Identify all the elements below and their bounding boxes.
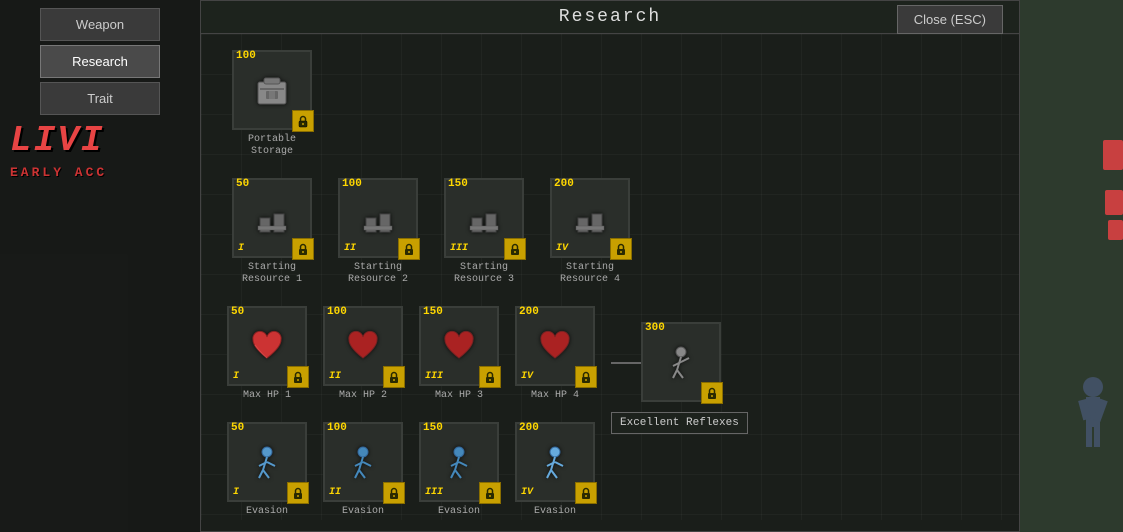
item-card-ev4[interactable]: 200 IV	[515, 422, 595, 502]
world-detail-1	[1103, 140, 1123, 170]
item-card-hp3[interactable]: 150 III	[419, 306, 499, 386]
left-nav-panel: Weapon Research Trait LIVI EARLY ACC	[0, 0, 200, 532]
research-title: Research	[559, 7, 661, 27]
item-label-portable-storage: Portable Storage	[227, 134, 317, 158]
resources-4-icon	[565, 193, 615, 243]
world-detail-2	[1105, 190, 1123, 215]
item-starting-resource-4[interactable]: 200 IV	[545, 178, 635, 286]
item-card-reflexes[interactable]: 300	[641, 322, 721, 402]
item-label-sr2: Starting Resource 2	[333, 262, 423, 286]
trait-nav-button[interactable]: Trait	[40, 82, 160, 115]
evasion-2-icon	[338, 437, 388, 487]
item-card-sr1[interactable]: 50 I	[232, 178, 312, 258]
item-label-hp4: Max HP 4	[531, 390, 579, 402]
item-starting-resource-3[interactable]: 150 III	[439, 178, 529, 286]
item-label-ev4: Evasion	[534, 506, 576, 518]
item-cost-portable-storage: 100	[236, 50, 256, 62]
lock-icon-ev3	[479, 482, 501, 504]
item-max-hp-2[interactable]: 100 II Max HP 2	[323, 306, 403, 402]
lock-icon-ev2	[383, 482, 405, 504]
close-button[interactable]: Close (ESC)	[897, 5, 1003, 34]
item-excellent-reflexes[interactable]: 300	[641, 322, 721, 402]
research-panel: Research Close (ESC) 100	[200, 0, 1020, 532]
item-card-ev2[interactable]: 100 II	[323, 422, 403, 502]
item-max-hp-3[interactable]: 150 III Max HP 3	[419, 306, 499, 402]
connector-hp4-reflexes	[611, 362, 641, 364]
item-evasion-4[interactable]: 200 IV	[515, 422, 595, 518]
maxhp-4-icon	[530, 321, 580, 371]
lock-icon-reflexes	[701, 382, 723, 404]
lock-icon-sr3	[504, 238, 526, 260]
item-label-hp2: Max HP 2	[339, 390, 387, 402]
item-label-ev1: Evasion	[246, 506, 288, 518]
research-content[interactable]: 100	[201, 34, 1019, 520]
weapon-nav-button[interactable]: Weapon	[40, 8, 160, 41]
portable-storage-row: 100	[217, 50, 1003, 158]
starting-resources-row: 50 I	[217, 178, 1003, 286]
item-card-sr3[interactable]: 150 III	[444, 178, 524, 258]
lock-icon-ev4	[575, 482, 597, 504]
item-label-sr3: Starting Resource 3	[439, 262, 529, 286]
evasion-4-icon	[530, 437, 580, 487]
lock-icon-hp2	[383, 366, 405, 388]
resources-3-icon	[459, 193, 509, 243]
lock-icon-hp1	[287, 366, 309, 388]
world-detail-3	[1108, 220, 1123, 240]
resources-2-icon	[353, 193, 403, 243]
item-label-hp1: Max HP 1	[243, 390, 291, 402]
item-label-ev2: Evasion	[342, 506, 384, 518]
excellent-reflexes-tooltip: Excellent Reflexes	[611, 412, 748, 434]
item-portable-storage[interactable]: 100	[227, 50, 317, 158]
item-evasion-1[interactable]: 50 I	[227, 422, 307, 518]
item-max-hp-1[interactable]: 50 I	[227, 306, 307, 402]
item-card-hp4[interactable]: 200 IV	[515, 306, 595, 386]
maxhp-1-icon	[242, 321, 292, 371]
research-header: Research Close (ESC)	[201, 1, 1019, 34]
lock-icon-portable-storage	[292, 110, 314, 132]
item-label-sr1: Starting Resource 1	[227, 262, 317, 286]
maxhp-2-icon	[338, 321, 388, 371]
evasion-row: 50 I	[217, 422, 1003, 518]
max-hp-row: 50 I	[217, 306, 1003, 402]
lock-icon-hp4	[575, 366, 597, 388]
item-evasion-3[interactable]: 150 III	[419, 422, 499, 518]
item-max-hp-4[interactable]: 200 IV Max HP 4	[515, 306, 595, 402]
zombie-silhouette	[1058, 372, 1118, 452]
item-card-hp1[interactable]: 50 I	[227, 306, 307, 386]
item-card-ev3[interactable]: 150 III	[419, 422, 499, 502]
game-title: LIVI	[0, 120, 200, 161]
item-label-ev3: Evasion	[438, 506, 480, 518]
lock-icon-sr1	[292, 238, 314, 260]
lock-icon-sr4	[610, 238, 632, 260]
item-label-sr4: Starting Resource 4	[545, 262, 635, 286]
item-starting-resource-1[interactable]: 50 I	[227, 178, 317, 286]
research-nav-button[interactable]: Research	[40, 45, 160, 78]
excellent-reflexes-group: 300	[641, 322, 721, 402]
item-card-hp2[interactable]: 100 II	[323, 306, 403, 386]
item-card-sr2[interactable]: 100 II	[338, 178, 418, 258]
game-title-area: LIVI EARLY ACC	[0, 120, 200, 184]
lock-icon-hp3	[479, 366, 501, 388]
right-world-panel	[1018, 0, 1123, 532]
evasion-3-icon	[434, 437, 484, 487]
item-card-sr4[interactable]: 200 IV	[550, 178, 630, 258]
evasion-1-icon	[242, 437, 292, 487]
reflexes-icon	[656, 337, 706, 387]
item-label-hp3: Max HP 3	[435, 390, 483, 402]
item-card-portable-storage[interactable]: 100	[232, 50, 312, 130]
resources-1-icon	[247, 193, 297, 243]
lock-icon-sr2	[398, 238, 420, 260]
game-subtitle: EARLY ACC	[0, 161, 200, 184]
lock-icon-ev1	[287, 482, 309, 504]
item-card-ev1[interactable]: 50 I	[227, 422, 307, 502]
item-starting-resource-2[interactable]: 100 II	[333, 178, 423, 286]
maxhp-3-icon	[434, 321, 484, 371]
storage-icon	[247, 65, 297, 115]
item-evasion-2[interactable]: 100 II	[323, 422, 403, 518]
